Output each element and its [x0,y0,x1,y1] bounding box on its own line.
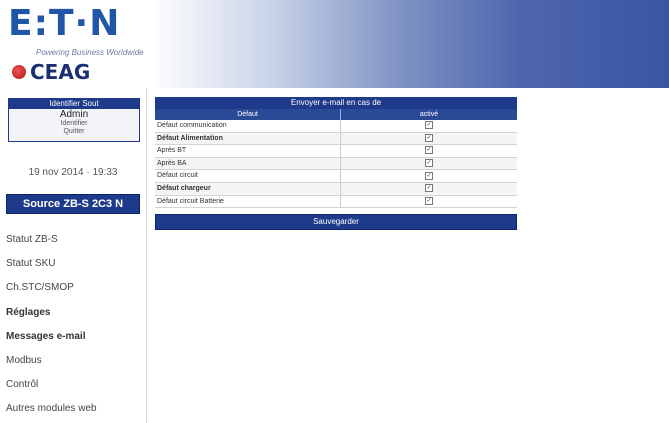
row-label: Défaut communication [155,120,341,132]
checkbox[interactable]: ✓ [425,158,433,167]
menu-item-ch-stc[interactable]: Ch.STC/SMOP [0,276,146,300]
ceag-logo: CEAG [12,60,90,84]
table-row: Défaut chargeur ✓ [155,182,517,196]
ceag-text: CEAG [30,60,91,84]
row-label: Défaut circuit Batterie [155,195,341,208]
user-identifier-link[interactable]: Identifier [9,120,139,128]
checkbox[interactable]: ✓ [425,196,433,205]
row-label: Défaut Alimentation [155,132,341,145]
ceag-mark-icon [12,65,26,79]
user-box: Identifier Sout Admin Identifier Quitter [8,98,140,142]
user-box-title: Identifier Sout [9,99,139,109]
sidebar: Identifier Sout Admin Identifier Quitter… [0,88,147,423]
table-body: Défaut communication ✓ Défaut Alimentati… [155,120,517,209]
col-header-default: Défaut [155,109,341,120]
row-label: Après BT [155,145,341,157]
logout-link[interactable]: Quitter [9,128,139,136]
table-row: Défaut circuit ✓ [155,170,517,183]
menu-item-autres-modules[interactable]: Autres modules web [0,397,146,421]
table-row: Après BA ✓ [155,157,517,171]
row-label: Défaut circuit [155,170,341,182]
checkbox[interactable]: ✓ [425,133,433,142]
menu-item-messages-email[interactable]: Messages e-mail [0,325,146,349]
table-row: Après BT ✓ [155,145,517,158]
menu-item-modbus[interactable]: Modbus [0,349,146,373]
menu-item-reglages[interactable]: Réglages [0,301,146,325]
header-banner: E:T·N Powering Business Worldwide CEAG [0,0,669,88]
table-row: Défaut communication ✓ [155,120,517,133]
sidebar-menu: Statut ZB-S Statut SKU Ch.STC/SMOP Régla… [0,228,146,422]
panel-title: Envoyer e-mail en cas de [155,97,517,109]
save-button[interactable]: Sauvegarder [155,214,517,231]
menu-item-controle[interactable]: Contrôl [0,373,146,397]
table-row: Défaut circuit Batterie ✓ [155,195,517,209]
checkbox[interactable]: ✓ [425,184,433,193]
col-header-active: activé [419,111,439,118]
menu-item-statut-sku[interactable]: Statut SKU [0,252,146,276]
datetime: 19 nov 2014 · 19:33 [28,167,118,178]
checkbox[interactable]: ✓ [425,146,433,155]
user-name: Admin [59,109,89,120]
row-label: Après BA [155,157,341,170]
source-button[interactable]: Source ZB-S 2C3 N [6,194,140,214]
table-header: Défaut activé [155,109,517,120]
eaton-logo: E:T·N [8,3,121,44]
email-settings-panel: Envoyer e-mail en cas de Défaut activé D… [155,97,517,231]
checkbox[interactable]: ✓ [425,171,433,180]
checkbox[interactable]: ✓ [425,121,433,130]
table-row: Défaut Alimentation ✓ [155,132,517,146]
menu-item-statut-zbs[interactable]: Statut ZB-S [0,228,146,252]
tagline: Powering Business Worldwide [36,48,144,57]
row-label: Défaut chargeur [155,182,341,195]
